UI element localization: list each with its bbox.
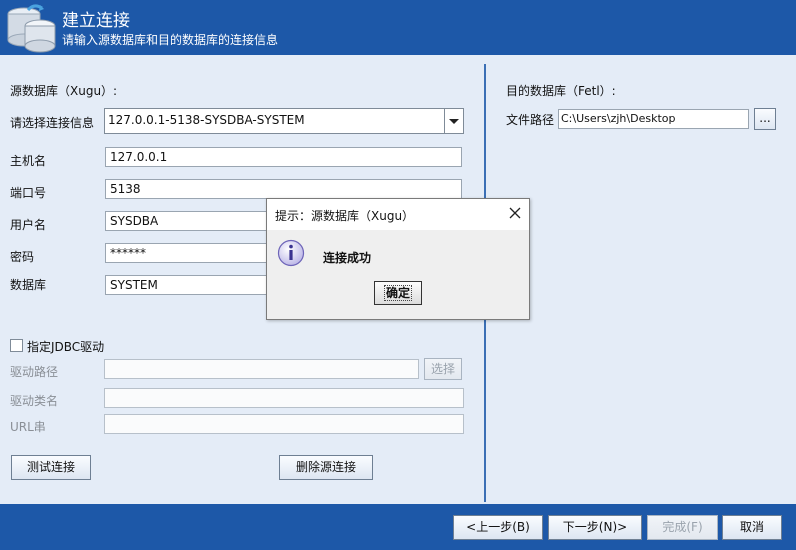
close-icon[interactable] xyxy=(507,205,523,221)
page-title: 建立连接 xyxy=(62,11,130,31)
host-field[interactable]: 127.0.0.1 xyxy=(105,147,462,167)
password-label: 密码 xyxy=(10,250,35,264)
target-section-label: 目的数据库（Fetl）: xyxy=(506,84,616,98)
port-field[interactable]: 5138 xyxy=(105,179,462,199)
chevron-down-icon[interactable] xyxy=(444,109,463,133)
host-label: 主机名 xyxy=(10,154,47,168)
file-path-field[interactable]: C:\Users\zjh\Desktop xyxy=(558,109,749,129)
database-label: 数据库 xyxy=(10,278,47,292)
driver-class-field[interactable] xyxy=(104,388,464,408)
choose-driver-button[interactable]: 选择 xyxy=(424,358,462,380)
next-button[interactable]: 下一步(N)> xyxy=(548,515,642,540)
message-dialog: 提示：源数据库（Xugu） 连接成功 确定 xyxy=(266,198,530,320)
driver-class-label: 驱动类名 xyxy=(10,394,59,408)
source-section-label: 源数据库（Xugu）: xyxy=(10,84,118,98)
ok-button-label: 确定 xyxy=(383,285,412,301)
jdbc-checkbox-label: 指定JDBC驱动 xyxy=(27,340,105,354)
connection-select-label: 请选择连接信息 xyxy=(10,116,95,130)
dialog-message: 连接成功 xyxy=(323,251,372,265)
finish-button[interactable]: 完成(F) xyxy=(647,515,718,540)
jdbc-checkbox[interactable] xyxy=(10,339,23,352)
driver-path-field[interactable] xyxy=(104,359,419,379)
delete-source-connection-button[interactable]: 删除源连接 xyxy=(279,455,373,480)
dialog-title: 提示：源数据库（Xugu） xyxy=(275,209,415,223)
port-label: 端口号 xyxy=(10,186,47,200)
test-connection-button[interactable]: 测试连接 xyxy=(11,455,91,480)
database-icon xyxy=(7,4,56,53)
ok-button[interactable]: 确定 xyxy=(374,281,422,305)
connection-select-value: 127.0.0.1-5138-SYSDBA-SYSTEM xyxy=(108,113,305,127)
page-subtitle: 请输入源数据库和目的数据库的连接信息 xyxy=(62,33,279,47)
connection-select[interactable]: 127.0.0.1-5138-SYSDBA-SYSTEM xyxy=(104,108,464,134)
url-field[interactable] xyxy=(104,414,464,434)
url-label: URL串 xyxy=(10,420,46,434)
previous-button[interactable]: <上一步(B) xyxy=(453,515,543,540)
username-label: 用户名 xyxy=(10,218,47,232)
cancel-button[interactable]: 取消 xyxy=(722,515,782,540)
wizard-header: 建立连接 请输入源数据库和目的数据库的连接信息 xyxy=(0,0,796,55)
browse-button[interactable]: ... xyxy=(754,108,776,130)
file-path-label: 文件路径 xyxy=(506,113,555,127)
driver-path-label: 驱动路径 xyxy=(10,365,59,379)
info-icon xyxy=(277,239,305,267)
